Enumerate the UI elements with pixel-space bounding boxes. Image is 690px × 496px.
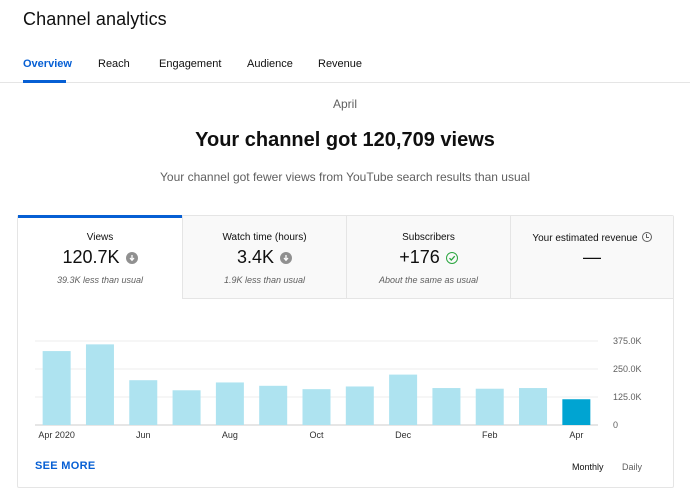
see-more-link[interactable]: SEE MORE [35,460,95,472]
x-tick-label: Dec [395,430,412,440]
x-tick-label: Aug [222,430,238,440]
views-bar-chart: 375.0K 250.0K 125.0K 0 Apr 2020 Jun Aug Oct Dec F… [35,336,642,440]
x-tick-label: Oct [309,430,324,440]
metric-value: — [583,247,601,267]
bar [519,388,548,425]
tab-bar: Overview Reach Engagement Audience Reven… [0,52,690,83]
bar-current [562,399,591,425]
check-circle-icon [445,251,458,264]
bar [432,388,461,425]
bar [302,389,331,425]
x-tick-label: Feb [482,430,498,440]
metric-value-row: +176 [347,247,510,268]
bar [345,386,374,425]
tab-revenue[interactable]: Revenue [318,58,362,70]
bar [259,385,288,425]
bar [475,388,504,425]
monthly-toggle[interactable]: Monthly [572,462,604,472]
bar [172,390,201,425]
selected-metric-indicator [18,215,182,218]
y-tick-label: 125.0K [613,392,642,402]
active-tab-indicator [23,80,66,83]
metric-label: Views [86,232,114,243]
metric-value-row: 3.4K [183,247,346,268]
bar [215,382,244,425]
metric-tabs: Views 120.7K 39.3K less than usual Watch… [18,215,673,299]
page-title: Channel analytics [23,9,167,29]
metric-label-row: Your estimated revenue [511,232,673,244]
bar [85,344,114,425]
metric-label: Watch time (hours) [222,232,307,243]
metric-value: 3.4K [236,247,275,267]
metric-note: 39.3K less than usual [56,275,144,285]
bar [42,351,71,425]
y-tick-label: 375.0K [613,336,642,346]
x-tick-label: Apr 2020 [38,430,75,440]
metric-revenue[interactable]: Your estimated revenue — [510,216,673,299]
metric-views[interactable]: Views 120.7K 39.3K less than usual [18,215,182,299]
metric-label: Subscribers [402,232,455,243]
clock-icon [641,232,652,242]
metric-value-row: 120.7K [18,247,182,268]
metric-label: Your estimated revenue [532,233,638,244]
analytics-card: Views 120.7K 39.3K less than usual Watch… [17,215,674,488]
arrow-down-icon [280,251,293,264]
arrow-down-icon [125,251,138,264]
metric-value: +176 [399,247,440,267]
bar [129,380,158,425]
x-tick-label: Apr [569,430,583,440]
metric-subscribers[interactable]: Subscribers +176 About the same as usual [346,216,510,299]
summary-headline: Your channel got 120,709 views [195,129,495,151]
tab-engagement[interactable]: Engagement [159,58,221,70]
tab-audience[interactable]: Audience [247,58,293,70]
bar [389,374,418,425]
metric-value: 120.7K [62,247,120,267]
x-tick-label: Jun [136,430,151,440]
metric-value-row: — [511,247,673,268]
y-tick-label: 250.0K [613,364,642,374]
tab-reach[interactable]: Reach [98,58,130,70]
tab-overview[interactable]: Overview [23,58,72,70]
daily-toggle[interactable]: Daily [622,462,642,472]
metric-watch-time[interactable]: Watch time (hours) 3.4K 1.9K less than u… [182,216,346,299]
summary-subline: Your channel got fewer views from YouTub… [160,170,530,184]
period-label: April [332,97,357,111]
y-tick-label: 0 [613,420,618,430]
metric-note: 1.9K less than usual [223,275,306,285]
metric-note: About the same as usual [378,275,479,285]
